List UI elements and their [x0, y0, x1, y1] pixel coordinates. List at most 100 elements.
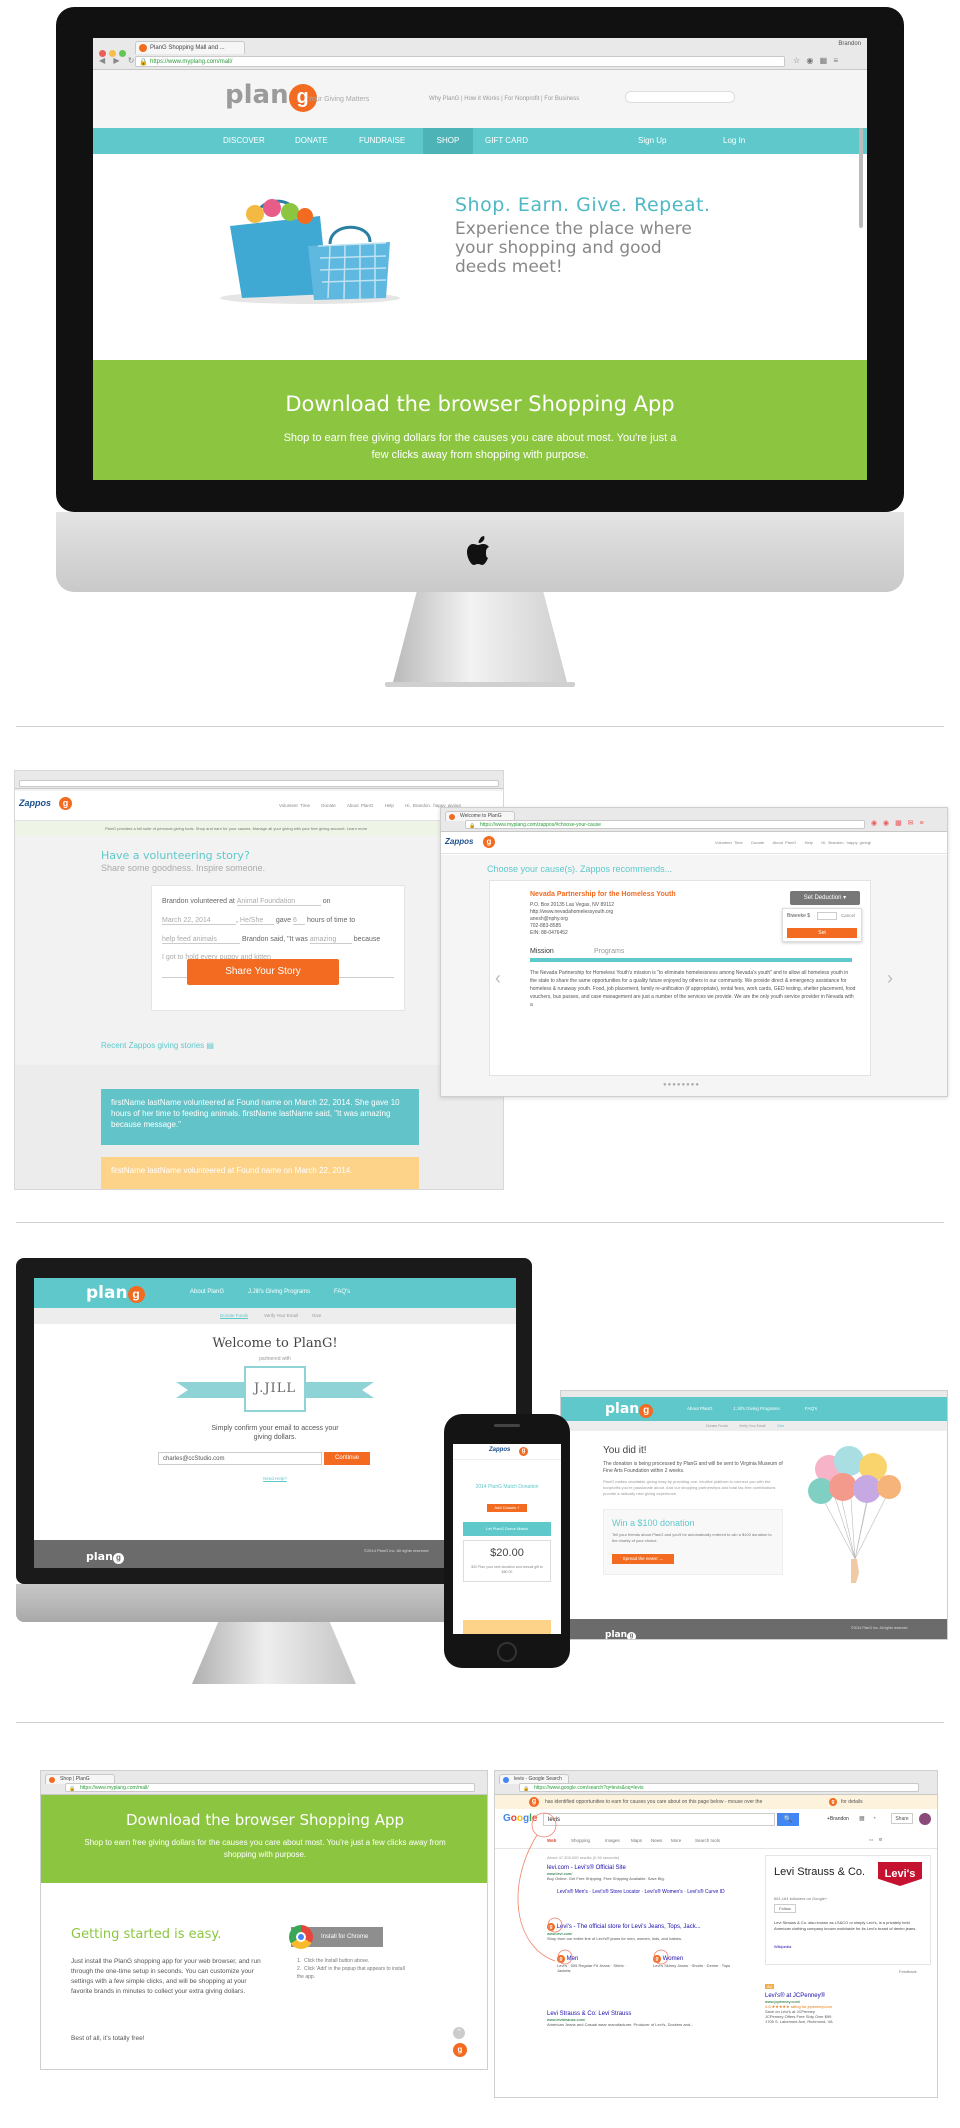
plang-logo[interactable]: plan g	[605, 1400, 654, 1418]
carousel-dots[interactable]: ●●●●●●●●	[663, 1082, 700, 1088]
footer-logo[interactable]: plan g	[86, 1547, 124, 1565]
form-line-3: help feed animals Brandon said, "It was …	[162, 936, 381, 944]
plang-g-icon: g	[59, 797, 72, 810]
home-button[interactable]	[497, 1642, 517, 1662]
nav-about[interactable]: About PlanG	[190, 1289, 224, 1295]
cancel-link[interactable]: Cancel	[841, 913, 855, 918]
progress-steps: Donate Funds Verify Your Email Give	[34, 1308, 516, 1324]
nav-help[interactable]: Help	[385, 803, 394, 808]
spread-news-button[interactable]: Spread the news! →	[612, 1554, 674, 1564]
divider	[16, 726, 944, 727]
org-details: P.O. Box 20135 Las Vegas, NV 89112 http:…	[530, 902, 615, 936]
ad-badge: Ad	[765, 1984, 774, 1989]
carousel-next-icon[interactable]: ›	[887, 968, 893, 989]
phone-header: Zappos g	[453, 1444, 561, 1460]
download-app-window: Shop | PlanG 🔒 https://www.myplang.com/ma…	[40, 1770, 488, 2070]
zappos-logo[interactable]: Zappos	[445, 837, 473, 846]
address-bar[interactable]: 🔒 https://www.myplang.com/mall/	[135, 56, 785, 67]
org-field[interactable]: Animal Foundation	[236, 898, 321, 906]
nav-gift-card[interactable]: GIFT CARD	[485, 128, 528, 154]
install-step-2: 2. Click 'Add' in the popup that appears…	[297, 1966, 405, 1980]
continue-button[interactable]: Continue	[324, 1452, 370, 1465]
amount-input[interactable]	[817, 912, 837, 920]
set-deduction-button[interactable]: Set Deduction ▾	[790, 891, 860, 905]
browser-chrome: Welcome to PlanG 🔒 https://www.myplang.co…	[441, 808, 947, 832]
kp-wiki-link[interactable]: Wikipedia	[774, 1944, 791, 1949]
monitor-stand	[192, 1622, 356, 1684]
nav-discover[interactable]: DISCOVER	[223, 128, 265, 154]
win-card: Win a $100 donation Tell your friends ab…	[603, 1509, 783, 1575]
footer-logo[interactable]: plan g	[605, 1624, 637, 1639]
amount-note: $20 Plan your next donation and annual g…	[471, 1565, 543, 1574]
tab-programs[interactable]: Programs	[594, 948, 624, 955]
plang-g-icon: g	[519, 1447, 528, 1456]
banner-subtitle: Shop to earn free giving dollars for the…	[84, 1838, 446, 1859]
nav-donate[interactable]: DONATE	[295, 128, 328, 154]
scroll-top-icon[interactable]: ⌃	[453, 2027, 465, 2039]
zappos-logo[interactable]: Zappos	[19, 798, 51, 808]
banner-title: Download the browser Shopping App	[125, 1811, 404, 1829]
nav-faqs[interactable]: FAQ's	[334, 1289, 350, 1295]
done-text: The donation is being processed by PlanG…	[603, 1461, 783, 1474]
extension-icons[interactable]: ◉ ◉ ▦ ✉ ≡	[871, 819, 926, 827]
hours-field[interactable]: 6	[292, 917, 305, 925]
carousel-prev-icon[interactable]: ‹	[495, 968, 501, 989]
address-bar[interactable]: 🔒 https://www.myplang.com/mall/	[65, 1783, 475, 1792]
set-button[interactable]: Set	[787, 928, 857, 938]
follow-button[interactable]: Follow	[774, 1904, 796, 1913]
address-bar[interactable]: 🔒 https://www.google.com/search?q=levis&o…	[519, 1783, 919, 1792]
nav-about[interactable]: About PlanG	[687, 1406, 713, 1411]
extension-icons[interactable]: ☆ ◉ ▦ ≡	[793, 56, 840, 65]
nav-volunteer-time[interactable]: Volunteer Time	[279, 803, 310, 808]
org-name[interactable]: Nevada Partnership for the Homeless Yout…	[530, 891, 676, 898]
nav-sign-up[interactable]: Sign Up	[638, 128, 666, 154]
footer-copyright: ©2014 PlanG Inc. All rights reserved	[851, 1626, 908, 1630]
feeling-field[interactable]: amazing	[309, 936, 352, 944]
nav-log-in[interactable]: Log In	[723, 128, 745, 154]
plang-g-icon[interactable]: g	[453, 2043, 467, 2057]
email-input[interactable]: charles@ccStudio.com	[158, 1452, 322, 1465]
plang-logo[interactable]: plan g	[225, 80, 317, 112]
divider	[16, 1722, 944, 1723]
plang-g-icon: g	[829, 1798, 837, 1806]
book-icon: ▤	[206, 1041, 214, 1050]
confirm-text: Simply confirm your email to access your…	[211, 1425, 339, 1441]
getting-started-title: Getting started is easy.	[71, 1927, 222, 1942]
google-favicon-icon	[503, 1777, 509, 1783]
nav-shop[interactable]: SHOP	[423, 128, 473, 154]
address-bar[interactable]	[19, 780, 499, 787]
nav-faqs[interactable]: FAQ's	[805, 1406, 817, 1411]
share-story-button[interactable]: Share Your Story	[187, 959, 339, 985]
imac-stand-base	[385, 682, 575, 687]
plang-favicon-icon	[49, 1777, 55, 1783]
add-causes-button[interactable]: Add Causes +	[487, 1504, 527, 1512]
tab-mission[interactable]: Mission	[530, 948, 554, 955]
nav-giving-programs[interactable]: J.Jill's Giving Programs	[248, 1289, 310, 1295]
nav-arrows-icon[interactable]: ◀ ▶ ↻	[99, 56, 137, 65]
browser-tab[interactable]: PlanG Shopping Mall and ...	[135, 41, 245, 54]
popup-header: Zappos g Volunteer Time Donate About Pla…	[441, 832, 947, 854]
search-input[interactable]	[625, 91, 735, 103]
nav-giving-programs[interactable]: J.Jill's Giving Programs	[733, 1406, 780, 1411]
welcome-title: Welcome to PlanG!	[212, 1336, 338, 1351]
feedback-link[interactable]: Feedback	[899, 1969, 917, 1974]
address-bar[interactable]: 🔒 https://www.myplang.com/zappos/#choose-…	[465, 820, 865, 829]
nav-about[interactable]: About PlanG	[347, 803, 374, 808]
activity-field[interactable]: help feed animals	[162, 936, 240, 944]
divider	[16, 1222, 944, 1223]
zappos-top-nav: Volunteer Time Donate About PlanG Help H…	[279, 803, 461, 808]
date-field[interactable]: March 22, 2014	[162, 917, 236, 925]
profile-name[interactable]: Brandon	[838, 41, 861, 47]
pronoun-field[interactable]: He/She	[239, 917, 274, 925]
nav-fundraise[interactable]: FUNDRAISE	[359, 128, 405, 154]
install-step-1: 1. Click the Install button above.	[297, 1958, 370, 1964]
nav-donate[interactable]: Donate	[321, 803, 336, 808]
scrollbar[interactable]	[859, 128, 863, 228]
plang-logo[interactable]: plan g	[86, 1283, 145, 1303]
google-search-window: levis - Google Search 🔒 https://www.googl…	[494, 1770, 938, 2098]
lock-icon: 🔒	[469, 823, 476, 829]
kp-description: Levi Strauss & Co. also known as LS&CO o…	[774, 1920, 917, 1931]
zappos-logo[interactable]: Zappos	[489, 1447, 510, 1453]
top-links[interactable]: Why PlanG | How it Works | For Nonprofit…	[429, 96, 579, 102]
chrome-logo-icon	[289, 1925, 313, 1949]
